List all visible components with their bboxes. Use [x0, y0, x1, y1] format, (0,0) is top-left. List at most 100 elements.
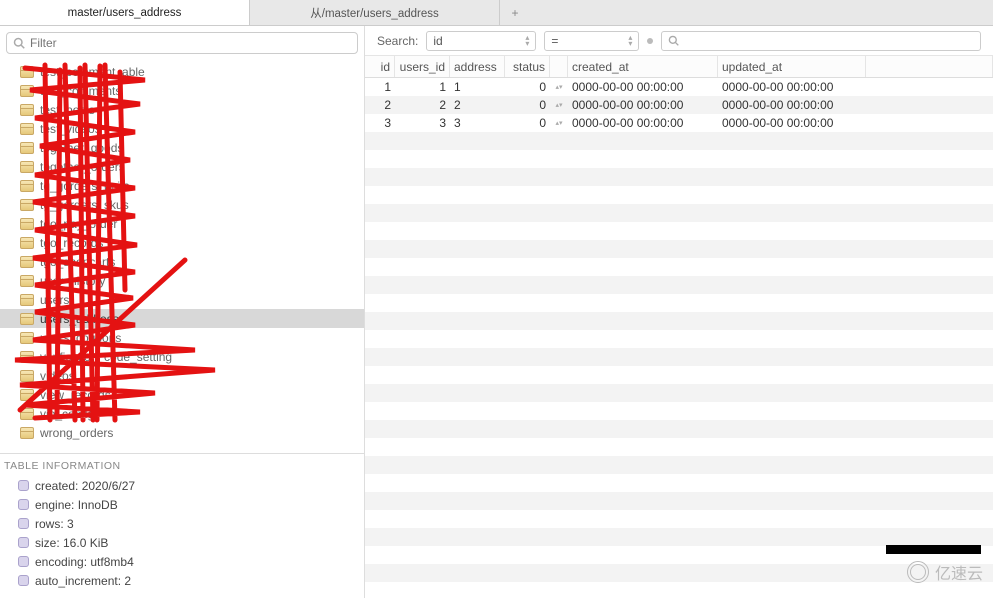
cell-id[interactable]: 1 [365, 78, 395, 96]
table-row[interactable]: 3330▴▾0000-00-00 00:00:000000-00-00 00:0… [365, 114, 993, 132]
info-bullet-icon [18, 556, 29, 567]
tree-item[interactable]: together_goods [0, 138, 364, 157]
table-icon [20, 123, 34, 135]
chevron-updown-icon: ▴▾ [628, 35, 632, 47]
tab-add-button[interactable]: + [500, 0, 530, 25]
cell-updated-at[interactable]: 0000-00-00 00:00:00 [718, 96, 866, 114]
column-status[interactable]: status [505, 56, 550, 77]
column-updated-at[interactable]: updated_at [718, 56, 866, 77]
cell-address[interactable]: 3 [450, 114, 505, 132]
info-bullet-icon [18, 537, 29, 548]
tree-item[interactable]: users_coupons [0, 328, 364, 347]
tree-item[interactable]: test_videos [0, 119, 364, 138]
cell-address[interactable]: 1 [450, 78, 505, 96]
info-bullet-icon [18, 518, 29, 529]
dot-indicator [647, 38, 653, 44]
cell-stepper[interactable]: ▴▾ [550, 96, 568, 114]
cell-updated-at[interactable]: 0000-00-00 00:00:00 [718, 78, 866, 96]
column-users-id[interactable]: users_id [395, 56, 450, 77]
tree-item-label: view_records [40, 388, 111, 402]
tree-item[interactable]: tgo_shopcarts [0, 252, 364, 271]
tree-item[interactable]: tg_gorders_units [0, 176, 364, 195]
table-row-empty [365, 222, 993, 240]
table-icon [20, 275, 34, 287]
tree-item[interactable]: wrong_orders [0, 423, 364, 442]
tab-slave[interactable]: 从/master/users_address [250, 0, 500, 25]
cell-users-id[interactable]: 3 [395, 114, 450, 132]
tree-item[interactable]: test_comments [0, 81, 364, 100]
tree-item[interactable]: view_records [0, 385, 364, 404]
tree-item[interactable]: tgo_pay_order [0, 214, 364, 233]
tree-item-label: verification_code_setting [40, 350, 172, 364]
info-bullet-icon [18, 480, 29, 491]
tree-item-label: user_history [40, 274, 105, 288]
cell-created-at[interactable]: 0000-00-00 00:00:00 [568, 114, 718, 132]
search-value-field[interactable] [684, 34, 974, 48]
table-icon [20, 199, 34, 211]
column-created-at[interactable]: created_at [568, 56, 718, 77]
info-bullet-icon [18, 575, 29, 586]
tree[interactable]: test_comment_able test_commentstest_posts… [0, 60, 364, 453]
tree-item-label: tg_gorders_units [40, 179, 129, 193]
cell-updated-at[interactable]: 0000-00-00 00:00:00 [718, 114, 866, 132]
tree-item[interactable]: users_address [0, 309, 364, 328]
cell-created-at[interactable]: 0000-00-00 00:00:00 [568, 78, 718, 96]
tree-item[interactable]: tg_gorders_skus [0, 195, 364, 214]
content: Search: id ▴▾ = ▴▾ id users_id address s… [365, 26, 993, 598]
tree-item-label: users_coupons [40, 331, 121, 345]
filter-box[interactable] [6, 32, 358, 54]
tree-item[interactable]: test_posts [0, 100, 364, 119]
table-row-empty [365, 204, 993, 222]
table-row[interactable]: 2220▴▾0000-00-00 00:00:000000-00-00 00:0… [365, 96, 993, 114]
info-row: auto_increment: 2 [0, 571, 364, 590]
cell-status[interactable]: 0 [505, 114, 550, 132]
cell-stepper[interactable]: ▴▾ [550, 114, 568, 132]
table-row[interactable]: 1110▴▾0000-00-00 00:00:000000-00-00 00:0… [365, 78, 993, 96]
table-icon [20, 104, 34, 116]
table-row-empty [365, 366, 993, 384]
cell-users-id[interactable]: 2 [395, 96, 450, 114]
tree-item[interactable]: verification_code_setting [0, 347, 364, 366]
tree-item[interactable]: user_history [0, 271, 364, 290]
table-row-empty [365, 492, 993, 510]
cell-stepper[interactable]: ▴▾ [550, 78, 568, 96]
table-icon [20, 332, 34, 344]
tree-item[interactable]: videos [0, 366, 364, 385]
grid-header: id users_id address status created_at up… [365, 56, 993, 78]
tree-item[interactable]: tgo_records [0, 233, 364, 252]
column-stepper-gap [550, 56, 568, 77]
cell-status[interactable]: 0 [505, 96, 550, 114]
sidebar: test_comment_able test_commentstest_posts… [0, 26, 365, 598]
tree-item[interactable]: together_orders [0, 157, 364, 176]
column-address[interactable]: address [450, 56, 505, 77]
tree-item-label: wrong_orders [40, 426, 113, 440]
cell-status[interactable]: 0 [505, 78, 550, 96]
tab-label: master/users_address [68, 7, 182, 19]
grid-body[interactable]: 1110▴▾0000-00-00 00:00:000000-00-00 00:0… [365, 78, 993, 598]
tree-item[interactable]: users [0, 290, 364, 309]
cell-created-at[interactable]: 0000-00-00 00:00:00 [568, 96, 718, 114]
table-row-empty [365, 510, 993, 528]
search-column-select[interactable]: id ▴▾ [426, 31, 536, 51]
search-icon [668, 35, 679, 46]
tree-item[interactable]: test_comment_able [0, 62, 364, 81]
table-row-empty [365, 420, 993, 438]
cell-address[interactable]: 2 [450, 96, 505, 114]
search-value-input[interactable] [661, 31, 981, 51]
tree-item[interactable]: vip_config [0, 404, 364, 423]
cell-id[interactable]: 3 [365, 114, 395, 132]
column-id[interactable]: id [365, 56, 395, 77]
search-column-value: id [433, 34, 442, 48]
table-row-empty [365, 132, 993, 150]
tree-item-label: users [40, 293, 69, 307]
info-text: engine: InnoDB [35, 498, 118, 512]
cell-users-id[interactable]: 1 [395, 78, 450, 96]
stepper-icon: ▴▾ [555, 85, 562, 90]
tab-master[interactable]: master/users_address [0, 0, 250, 25]
tree-item-label: test_comment_able [40, 65, 145, 79]
search-operator-select[interactable]: = ▴▾ [544, 31, 639, 51]
cell-id[interactable]: 2 [365, 96, 395, 114]
info-row: created: 2020/6/27 [0, 476, 364, 495]
filter-input[interactable] [30, 36, 351, 50]
table-row-empty [365, 438, 993, 456]
